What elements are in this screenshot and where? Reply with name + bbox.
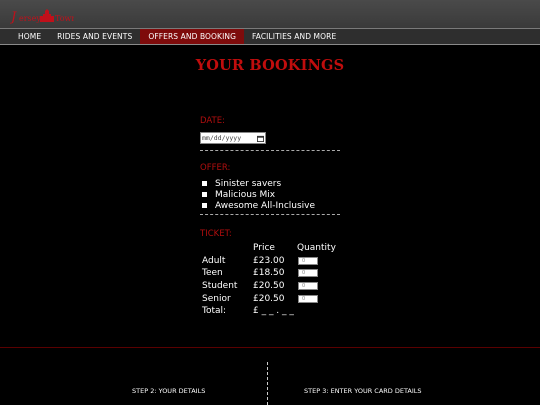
page-title: YOUR BOOKINGS [195, 57, 345, 74]
offer-option-malicious-mix[interactable]: Malicious Mix [202, 189, 315, 200]
logo-graphic: J ersey Town [10, 9, 74, 25]
main-nav: HOME RIDES AND EVENTS OFFERS AND BOOKING… [0, 28, 540, 45]
nav-item-home[interactable]: HOME [0, 29, 49, 44]
svg-text:ersey: ersey [19, 14, 41, 23]
quantity-input-student[interactable]: 0 [298, 282, 318, 291]
date-label: DATE: [200, 116, 225, 126]
checkbox-icon[interactable] [202, 192, 207, 197]
nav-item-offers-and-booking[interactable]: OFFERS AND BOOKING [140, 29, 245, 44]
quantity-input-teen[interactable]: 0 [298, 269, 318, 278]
section-divider [200, 150, 340, 151]
footer-divider [0, 347, 540, 348]
ticket-type: Adult [202, 255, 226, 266]
calendar-icon[interactable] [257, 135, 264, 142]
checkbox-icon[interactable] [202, 203, 207, 208]
date-input[interactable]: mm/dd/yyyy [200, 132, 266, 144]
offer-option-awesome-all-inclusive[interactable]: Awesome All-Inclusive [202, 200, 315, 211]
steps-divider [267, 362, 268, 405]
ticket-type: Senior [202, 293, 231, 304]
nav-item-rides-and-events[interactable]: RIDES AND EVENTS [49, 29, 140, 44]
price-header: Price [253, 243, 275, 253]
ticket-label: TICKET: [200, 229, 232, 239]
ticket-price: £20.50 [253, 293, 285, 304]
ticket-price: £20.50 [253, 281, 285, 292]
offer-label: OFFER: [200, 163, 231, 173]
svg-text:Town: Town [55, 14, 74, 23]
ticket-type: Student [202, 281, 238, 292]
ticket-price: £23.00 [253, 255, 285, 266]
site-logo[interactable]: J ersey Town [10, 5, 74, 25]
ticket-type: Teen [202, 268, 223, 279]
ticket-price: £18.50 [253, 268, 285, 279]
step-2-tab[interactable]: STEP 2: YOUR DETAILS [132, 387, 205, 395]
quantity-header: Quantity [297, 243, 336, 253]
quantity-input-adult[interactable]: 0 [298, 256, 318, 265]
step-3-tab[interactable]: STEP 3: ENTER YOUR CARD DETAILS [304, 387, 422, 395]
site-header: J ersey Town [0, 0, 540, 28]
offer-option-label: Malicious Mix [215, 189, 276, 200]
nav-item-facilities-and-more[interactable]: FACILITIES AND MORE [244, 29, 344, 44]
offer-list: Sinister savers Malicious Mix Awesome Al… [202, 178, 315, 211]
offer-option-sinister-savers[interactable]: Sinister savers [202, 178, 315, 189]
total-label: Total: [202, 306, 227, 317]
section-divider [200, 214, 340, 215]
offer-option-label: Sinister savers [215, 178, 282, 189]
offer-option-label: Awesome All-Inclusive [215, 200, 316, 211]
svg-text:J: J [10, 10, 17, 25]
checkbox-icon[interactable] [202, 181, 207, 186]
quantity-input-senior[interactable]: 0 [298, 294, 318, 303]
total-value: £ _ _ . _ _ [253, 306, 294, 317]
date-placeholder: mm/dd/yyyy [202, 134, 242, 142]
